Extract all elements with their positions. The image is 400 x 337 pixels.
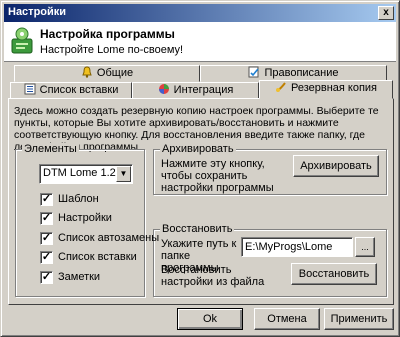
list-icon <box>24 83 36 95</box>
checkbox[interactable]: ✓ <box>40 193 53 206</box>
tab-backup[interactable]: Резервная копия <box>259 80 393 99</box>
close-button[interactable]: x <box>378 6 394 20</box>
bell-icon <box>82 66 92 78</box>
version-select[interactable]: DTM Lome 1.2 ▼ <box>39 164 133 184</box>
archive-group-title: Архивировать <box>160 143 236 155</box>
checkbox[interactable]: ✓ <box>40 271 53 284</box>
header-banner: Настройка программы Настройте Lome по-св… <box>4 22 396 62</box>
spellcheck-icon <box>248 66 260 78</box>
header-subtitle: Настройте Lome по-своему! <box>40 44 184 56</box>
tab-integration[interactable]: Интеграция <box>132 82 259 99</box>
archive-hint: Нажмите эту кнопку, чтобы сохранить наст… <box>161 158 274 194</box>
settings-window: Настройки x Настройка программы Настройт… <box>0 0 400 337</box>
cancel-button[interactable]: Отмена <box>254 308 320 330</box>
checkbox[interactable]: ✓ <box>40 212 53 225</box>
chevron-down-icon[interactable]: ▼ <box>116 166 131 182</box>
window-title: Настройки <box>8 6 67 18</box>
tab-general[interactable]: Общие <box>14 65 200 82</box>
archive-button[interactable]: Архивировать <box>293 155 379 177</box>
restore-group-title: Восстановить <box>160 223 235 235</box>
program-path-input[interactable]: E:\MyProgs\Lome <box>241 237 353 257</box>
elements-group-title: Элементы <box>22 143 79 155</box>
settings-app-icon <box>11 27 33 54</box>
backup-icon <box>275 82 286 92</box>
restore-button[interactable]: Восстановить <box>291 263 377 285</box>
integration-icon <box>158 84 169 94</box>
checkbox[interactable]: ✓ <box>40 232 53 245</box>
checkbox[interactable]: ✓ <box>40 251 53 264</box>
restore-hint: Восстановить настройки из файла <box>161 264 265 288</box>
browse-button[interactable]: ... <box>355 237 375 257</box>
apply-button[interactable]: Применить <box>324 308 394 330</box>
title-bar[interactable]: Настройки x <box>4 4 396 22</box>
ok-button[interactable]: Ok <box>177 308 243 330</box>
tab-insert-list[interactable]: Список вставки <box>10 82 132 99</box>
header-title: Настройка программы <box>40 27 175 41</box>
